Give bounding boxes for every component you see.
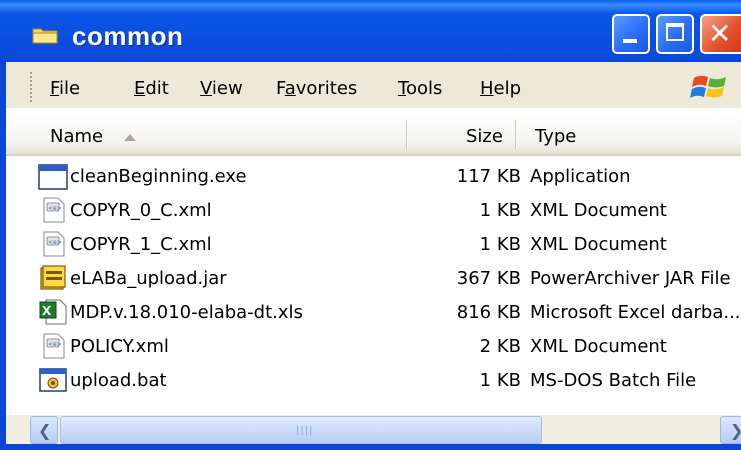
close-icon: ✕ — [708, 17, 732, 50]
file-name: eLABa_upload.jar — [70, 268, 227, 289]
maximize-icon — [666, 23, 684, 41]
column-divider[interactable] — [406, 120, 408, 150]
file-row[interactable]: upload.bat 1 KB MS-DOS Batch File — [6, 366, 741, 399]
folder-icon — [32, 28, 58, 44]
column-header — [6, 114, 741, 156]
file-row[interactable]: X MDP.v.18.010-elaba-dt.xls 816 KB Micro… — [6, 298, 741, 331]
file-type: Microsoft Excel darba... — [530, 302, 741, 323]
batch-file-icon — [39, 368, 67, 392]
column-header-type[interactable]: Type — [535, 126, 576, 147]
file-name: cleanBeginning.exe — [70, 166, 247, 187]
file-name: MDP.v.18.010-elaba-dt.xls — [70, 302, 303, 323]
scrollbar-grip: |||| — [296, 425, 314, 436]
column-header-size[interactable]: Size — [466, 126, 503, 147]
file-size: 2 KB — [479, 336, 521, 357]
file-type: XML Document — [530, 336, 667, 357]
file-type: PowerArchiver JAR File — [530, 268, 731, 289]
sort-ascending-icon — [124, 134, 136, 141]
scroll-left-button[interactable]: ❮ — [30, 416, 58, 444]
scroll-right-button[interactable]: ❯ — [720, 416, 741, 444]
svg-text:<e>: <e> — [48, 239, 62, 246]
file-size: 816 KB — [456, 302, 521, 323]
menu-file[interactable]: File — [50, 78, 80, 99]
svg-text:<e>: <e> — [48, 205, 62, 212]
menu-tools[interactable]: Tools — [398, 78, 442, 99]
svg-text:<e>: <e> — [48, 341, 62, 348]
toolbar-grip[interactable] — [30, 72, 34, 102]
column-header-name[interactable]: Name — [50, 126, 103, 147]
file-name: POLICY.xml — [70, 336, 169, 357]
chevron-left-icon: ❮ — [38, 421, 52, 440]
file-size: 367 KB — [456, 268, 521, 289]
file-type: Application — [530, 166, 631, 187]
file-row[interactable]: <e> COPYR_1_C.xml 1 KB XML Document — [6, 230, 741, 263]
file-name: COPYR_0_C.xml — [70, 200, 212, 221]
file-type: XML Document — [530, 234, 667, 255]
excel-document-icon: X — [39, 299, 67, 325]
file-size: 117 KB — [456, 166, 521, 187]
menu-help[interactable]: Help — [480, 78, 521, 99]
menu-favorites[interactable]: Favorites — [276, 78, 357, 99]
svg-text:X: X — [42, 304, 52, 318]
file-type: XML Document — [530, 200, 667, 221]
close-button[interactable]: ✕ — [700, 14, 741, 54]
file-name: upload.bat — [70, 370, 167, 391]
file-row[interactable]: eLABa_upload.jar 367 KB PowerArchiver JA… — [6, 264, 741, 297]
windows-logo-icon — [690, 75, 726, 98]
file-name: COPYR_1_C.xml — [70, 234, 212, 255]
xml-document-icon: <e> — [43, 333, 65, 359]
menu-edit[interactable]: Edit — [134, 78, 169, 99]
menu-bar — [6, 62, 741, 109]
menu-view[interactable]: View — [200, 78, 243, 99]
file-size: 1 KB — [479, 234, 521, 255]
minimize-icon — [623, 39, 637, 43]
maximize-button[interactable] — [656, 14, 694, 54]
file-size: 1 KB — [479, 200, 521, 221]
application-exe-icon — [38, 164, 68, 190]
file-row[interactable]: cleanBeginning.exe 117 KB Application — [6, 162, 741, 195]
minimize-button[interactable] — [612, 14, 650, 54]
file-row[interactable]: <e> POLICY.xml 2 KB XML Document — [6, 332, 741, 365]
chevron-right-icon: ❯ — [730, 421, 741, 440]
file-row[interactable]: <e> COPYR_0_C.xml 1 KB XML Document — [6, 196, 741, 229]
file-size: 1 KB — [479, 370, 521, 391]
xml-document-icon: <e> — [43, 231, 65, 257]
xml-document-icon: <e> — [43, 197, 65, 223]
jar-archive-icon — [40, 265, 66, 290]
column-divider[interactable] — [515, 120, 517, 150]
window-border — [0, 444, 741, 450]
window-title: common — [72, 21, 184, 51]
file-type: MS-DOS Batch File — [530, 370, 697, 391]
